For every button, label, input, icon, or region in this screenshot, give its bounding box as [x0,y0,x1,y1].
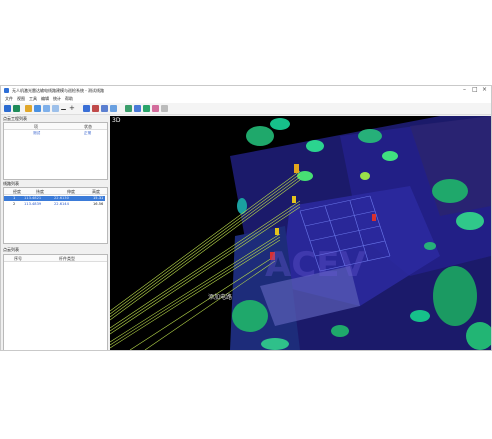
view-mode-label: 3D [112,117,121,124]
points-panel-title: 点云列表 [3,247,19,252]
open-icon[interactable] [4,105,11,112]
rotate-icon[interactable] [83,105,90,112]
select-icon[interactable] [43,105,50,112]
lines-col-alt: 高度 [92,189,100,194]
brush-icon[interactable] [152,105,159,112]
points-table-header: 序号 杆件类型 [4,255,107,262]
line-icon[interactable] [101,105,108,112]
menu-tools[interactable]: 工具 [29,96,37,102]
row1-alt: 15.31 [93,196,104,200]
color-icon[interactable] [143,105,150,112]
minimize-icon[interactable]: – [463,87,466,93]
classify-icon[interactable] [125,105,132,112]
menu-bar: 文件 视图 工具 编辑 统计 帮助 [1,95,491,103]
app-icon [4,88,9,93]
project-col-status: 状态 [84,124,92,129]
points-col-index: 序号 [14,256,22,261]
measure-icon[interactable] [52,105,59,112]
title-bar: 无人机激光雷达输电线路建模与巡检系统 - 测试线路 – □ × [1,86,491,95]
zoom-out-icon[interactable] [61,109,66,110]
menu-help[interactable]: 帮助 [65,96,73,102]
app-window: 无人机激光雷达输电线路建模与巡检系统 - 测试线路 – □ × 文件 视图 工具… [0,85,492,351]
lines-table-header: 经度 纬度 伸度 高度 [4,188,107,195]
menu-file[interactable]: 文件 [5,96,13,102]
point-cloud-viewport[interactable]: ACEV 3D 添加电路 [110,116,491,350]
lines-col-ext: 伸度 [67,189,75,194]
points-icon[interactable] [134,105,141,112]
point-cloud-render: ACEV [110,116,491,350]
row2-id: 2 [13,202,16,206]
project-list-header: 项 状态 [4,123,107,130]
row1-lat: 22.6130 [54,196,69,200]
row2-lat: 22.6144 [54,202,69,206]
toolbar: + [1,103,491,115]
menu-view[interactable]: 视图 [17,96,25,102]
points-col-type: 杆件类型 [59,256,75,261]
lines-table[interactable]: 经度 纬度 伸度 高度 1 113.4821 22.6130 15.31 2 1… [3,187,108,244]
zoom-in-icon[interactable]: + [69,105,76,112]
menu-stats[interactable]: 统计 [53,96,61,102]
add-line-label: 添加电路 [208,294,233,301]
export-icon[interactable] [161,105,168,112]
project-col-item: 项 [34,124,38,129]
grid-icon[interactable] [110,105,117,112]
project-item-status: 正常 [84,131,92,135]
layers-icon[interactable] [34,105,41,112]
watermark-logo: ACEV [265,245,366,285]
lines-col-lng: 经度 [13,189,21,194]
points-table[interactable]: 序号 杆件类型 [3,254,108,350]
row2-lng: 113.4839 [24,202,42,206]
row2-alt: 16.56 [93,202,104,206]
save-icon[interactable] [13,105,20,112]
window-title: 无人机激光雷达输电线路建模与巡检系统 - 测试线路 [12,87,104,93]
maximize-icon[interactable]: □ [472,87,478,93]
folder-icon[interactable] [25,105,32,112]
menu-edit[interactable]: 编辑 [41,96,49,102]
row1-lng: 113.4821 [24,196,42,200]
close-icon[interactable]: × [482,87,487,93]
row1-id: 1 [13,196,16,200]
lines-col-lat: 纬度 [36,189,44,194]
project-item-name[interactable]: 测试 [33,131,40,136]
left-sidebar: 点云工程列表 项 状态 测试 正常 线路列表 经度 纬度 伸度 高度 1 113… [3,116,108,350]
project-list[interactable]: 项 状态 测试 正常 [3,122,108,180]
tower-icon[interactable] [92,105,99,112]
